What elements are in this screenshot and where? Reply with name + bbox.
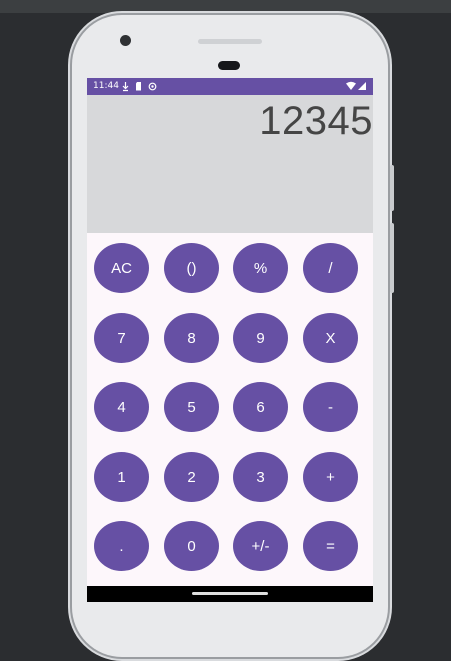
status-left-icons: [122, 78, 157, 95]
keypad: AC ()% / 7 8 9 X 4 5 6- 1 2 3 +. 0 +/- =: [87, 233, 373, 586]
calculator-display: 12345: [87, 95, 373, 233]
display-value: 12345: [259, 99, 373, 143]
download-icon: [122, 82, 129, 92]
proximity-sensor: [218, 61, 240, 70]
sign-toggle-button[interactable]: +/-: [233, 521, 288, 571]
multiply-button[interactable]: X: [303, 313, 358, 363]
app-screen: 11:44 12345 AC ()% / 7 8 9 X 4 5 6- 1 2 3 +. 0 +/- =: [87, 78, 373, 586]
digit-5-button[interactable]: 5: [164, 382, 219, 432]
earpiece-speaker: [198, 39, 262, 44]
front-camera-icon: [120, 35, 131, 46]
digit-9-button[interactable]: 9: [233, 313, 288, 363]
add-button[interactable]: +: [303, 452, 358, 502]
status-bar: 11:44: [87, 78, 373, 95]
divide-button[interactable]: /: [303, 243, 358, 293]
device-frame: 11:44 12345 AC ()% / 7 8 9 X 4 5 6- 1 2 3 +. 0 +/- =: [72, 15, 394, 657]
digit-4-button[interactable]: 4: [94, 382, 149, 432]
digit-0-button[interactable]: 0: [164, 521, 219, 571]
percent-button[interactable]: %: [233, 243, 288, 293]
digit-1-button[interactable]: 1: [94, 452, 149, 502]
equals-button[interactable]: =: [303, 521, 358, 571]
status-right-icons: [346, 78, 367, 95]
sd-card-icon: [136, 82, 141, 91]
home-gesture-handle[interactable]: [192, 592, 268, 595]
subtract-button[interactable]: -: [303, 382, 358, 432]
digit-7-button[interactable]: 7: [94, 313, 149, 363]
digit-6-button[interactable]: 6: [233, 382, 288, 432]
decimal-button[interactable]: .: [94, 521, 149, 571]
digit-8-button[interactable]: 8: [164, 313, 219, 363]
signal-icon: [358, 82, 366, 90]
status-time: 11:44: [93, 81, 119, 91]
power-button[interactable]: [390, 165, 394, 211]
clear-button[interactable]: AC: [94, 243, 149, 293]
navigation-bar: [87, 586, 373, 602]
sync-icon: [148, 82, 157, 91]
digit-3-button[interactable]: 3: [233, 452, 288, 502]
wifi-icon: [346, 81, 356, 90]
parentheses-button[interactable]: (): [164, 243, 219, 293]
window-top-bar: [0, 0, 451, 13]
volume-button[interactable]: [390, 223, 394, 293]
digit-2-button[interactable]: 2: [164, 452, 219, 502]
